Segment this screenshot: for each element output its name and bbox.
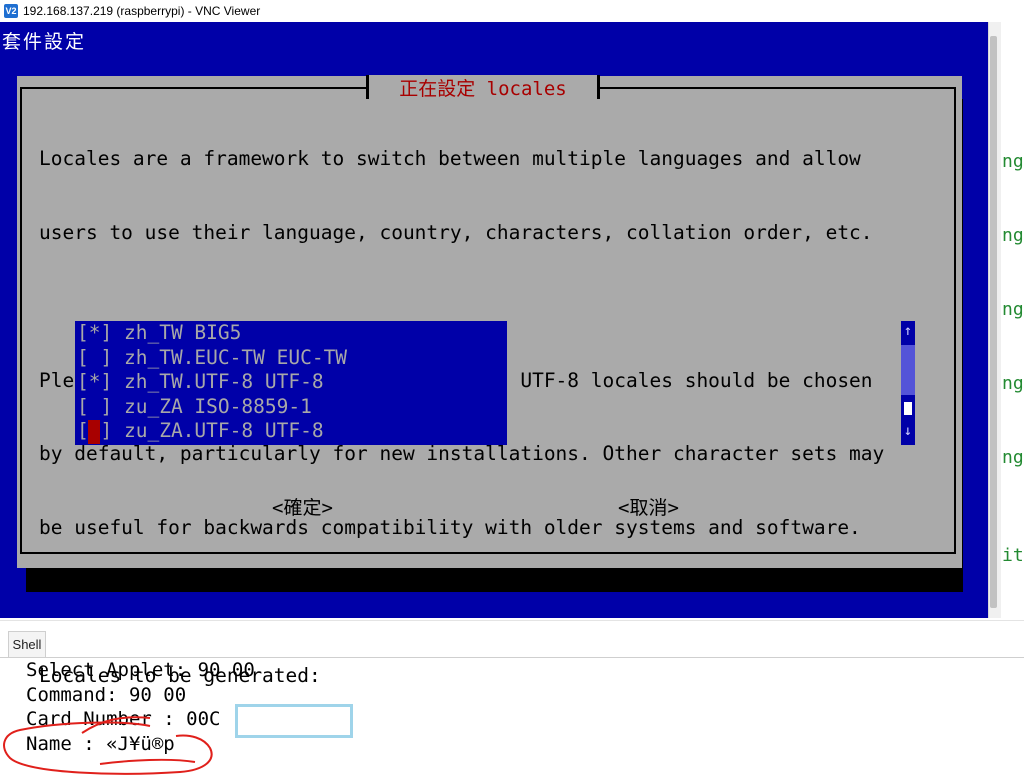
locale-item[interactable]: [*] zh_TW BIG5 [77, 321, 241, 346]
background-text-fragment: ng [1002, 299, 1024, 320]
locale-item[interactable]: [ ] zu_ZA ISO-8859-1 [77, 395, 312, 420]
description-line: by default, particularly for new install… [39, 442, 885, 466]
locale-checkbox[interactable]: [*] [77, 370, 112, 393]
locale-checkbox[interactable]: [*] [77, 321, 112, 344]
underline-mark [99, 758, 196, 765]
vnc-title-bar: V2 192.168.137.219 (raspberrypi) - VNC V… [0, 0, 1024, 22]
shell-output-line: Select Applet: 90 00 [26, 659, 255, 681]
scroll-down-arrow-icon[interactable]: ↓ [901, 423, 915, 439]
locale-item[interactable]: [ ] zh_TW.EUC-TW EUC-TW [77, 346, 347, 371]
description-line: ​ [39, 590, 884, 615]
scroll-up-arrow-icon[interactable]: ↑ [901, 323, 915, 339]
ok-button[interactable]: <確定> [272, 493, 333, 520]
dialog-title: 正在設定 locales [399, 78, 567, 100]
shell-divider [0, 657, 1024, 658]
locale-name: zh_TW BIG5 [123, 321, 242, 344]
locale-name: zh_TW.UTF-8 UTF-8 [123, 370, 324, 394]
list-scroll-position-marker [904, 402, 912, 415]
description-line: be useful for backwards compatibility wi… [39, 516, 861, 540]
locale-item[interactable]: [ ] zu_ZA.UTF-8 UTF-8 [77, 419, 324, 444]
description-line: users to use their language, country, ch… [39, 220, 873, 244]
locale-name: zu_ZA ISO-8859-1 [123, 394, 312, 418]
background-text-fragment: ng [1002, 447, 1024, 468]
locale-item[interactable]: [*] zh_TW.UTF-8 UTF-8 [77, 370, 324, 395]
red-annotation-marks [3, 716, 213, 775]
background-text-fragment: ng [1002, 225, 1024, 246]
tab-shell[interactable]: Shell [8, 631, 46, 657]
cancel-button[interactable]: <取消> [618, 493, 679, 520]
description-line: Locales are a framework to switch betwee… [39, 147, 861, 171]
background-text-fragment: ng [1002, 373, 1024, 394]
window-title: 192.168.137.219 (raspberrypi) - VNC View… [23, 4, 261, 18]
description-line: ​ [39, 295, 884, 320]
locale-name: zu_ZA.UTF-8 UTF-8 [123, 419, 324, 443]
background-text-fragment: ite [1002, 545, 1024, 566]
circle-mark [3, 721, 213, 775]
vnc-logo-icon: V2 [4, 4, 18, 18]
locale-checkbox[interactable]: [ ] [77, 395, 112, 418]
background-window-strip [1000, 100, 1024, 615]
list-scrollbar-thumb[interactable] [901, 345, 915, 395]
background-text-fragment: ng [1002, 151, 1024, 172]
locale-name: zh_TW.EUC-TW EUC-TW [123, 345, 348, 369]
shell-panel [0, 620, 1024, 659]
viewer-scrollbar-thumb[interactable] [990, 36, 997, 608]
package-config-title: 套件設定 [2, 31, 87, 53]
selection-cursor [88, 420, 100, 444]
locale-checkbox[interactable]: [ ] [77, 346, 112, 369]
